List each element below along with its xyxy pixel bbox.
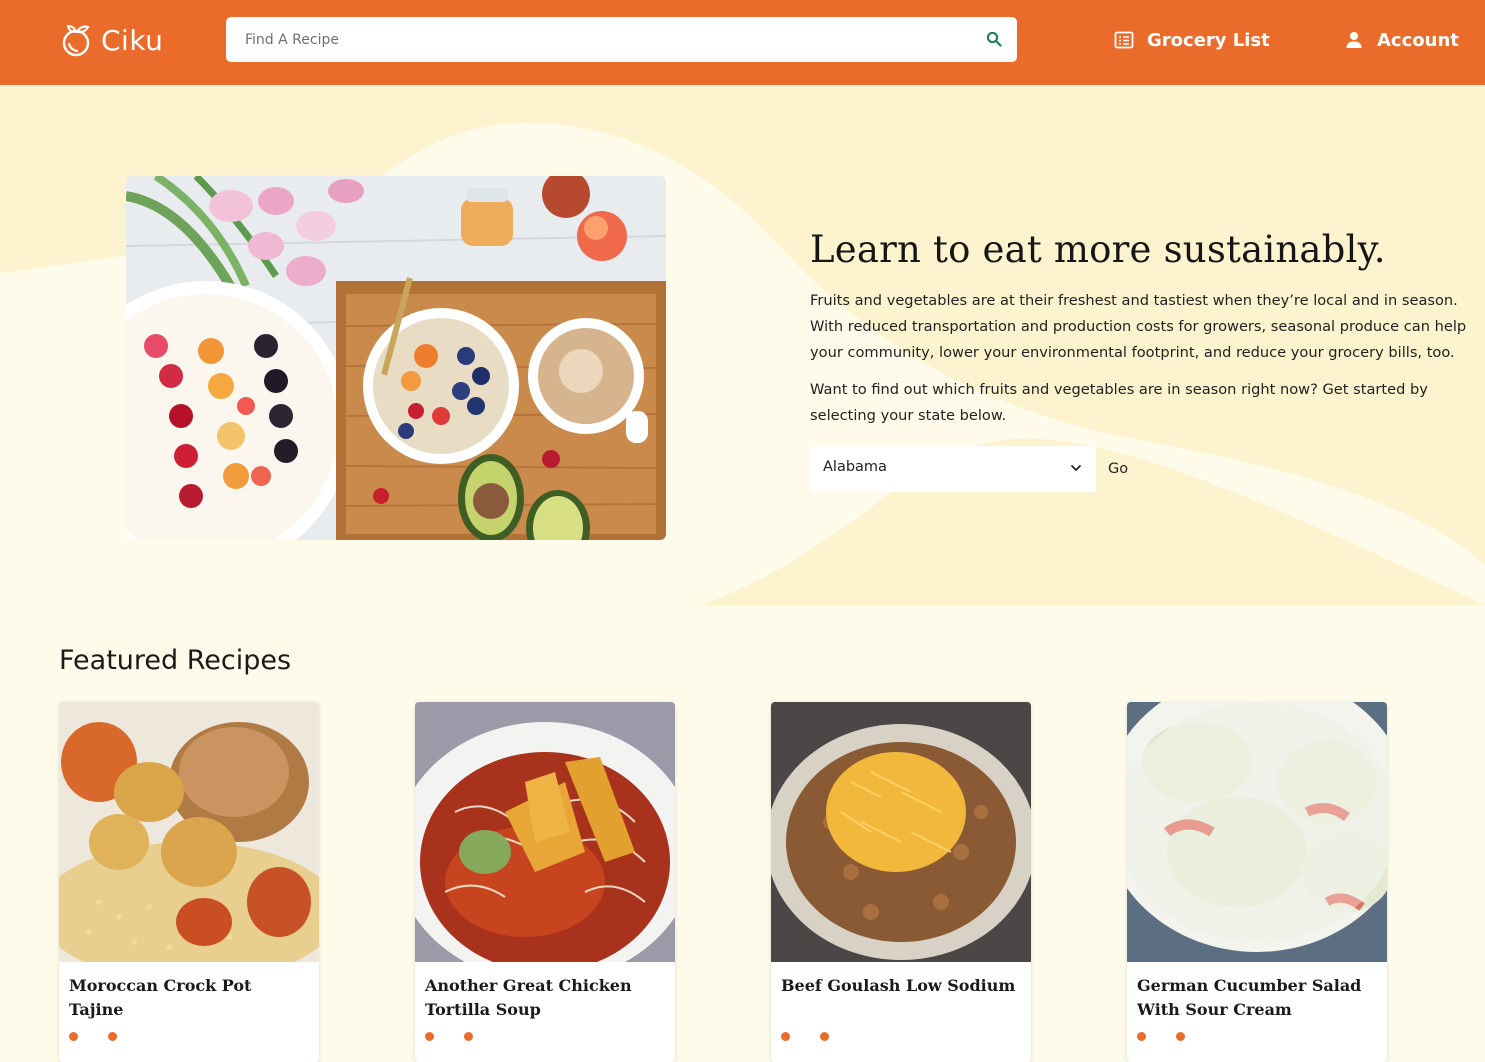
recipe-rating xyxy=(1137,1032,1185,1041)
recipe-image xyxy=(1127,702,1387,962)
grocery-list-label: Grocery List xyxy=(1147,29,1270,51)
recipe-title: Another Great Chicken Tortilla Soup xyxy=(425,976,632,1019)
chevron-down-icon xyxy=(1071,465,1081,471)
recipe-rating xyxy=(781,1032,829,1041)
recipe-title: Moroccan Crock Pot Tajine xyxy=(69,976,252,1019)
recipe-card[interactable]: Another Great Chicken Tortilla Soup xyxy=(415,702,675,1062)
brand-logo[interactable]: Ciku xyxy=(59,20,163,60)
recipe-rating xyxy=(425,1032,473,1041)
recipe-card[interactable]: German Cucumber Salad With Sour Cream xyxy=(1127,702,1387,1062)
state-picker-row: Alabama Go xyxy=(810,446,1128,492)
hero-paragraph-cta: Want to find out which fruits and vegeta… xyxy=(810,381,1428,424)
recipe-image xyxy=(415,702,675,962)
recipe-card[interactable]: Moroccan Crock Pot Tajine xyxy=(59,702,319,1062)
hero-paragraph-intro: Fruits and vegetables are at their fresh… xyxy=(810,292,1467,361)
recipe-title: Beef Goulash Low Sodium xyxy=(781,976,1016,995)
go-button[interactable]: Go xyxy=(1108,461,1128,477)
search-button[interactable] xyxy=(983,28,1005,50)
grocery-list-link[interactable]: Grocery List xyxy=(1114,24,1270,56)
recipe-title: German Cucumber Salad With Sour Cream xyxy=(1137,976,1362,1019)
recipe-image xyxy=(771,702,1031,962)
hero-food-image xyxy=(126,176,666,540)
account-link[interactable]: Account xyxy=(1344,24,1459,56)
search-icon xyxy=(986,31,1002,47)
featured-recipes-heading: Featured Recipes xyxy=(59,645,292,676)
brand-name: Ciku xyxy=(101,23,164,57)
orange-fruit-icon xyxy=(62,24,90,57)
recipe-card[interactable]: Beef Goulash Low Sodium xyxy=(771,702,1031,1062)
user-icon xyxy=(1346,32,1362,48)
recipe-rating xyxy=(69,1032,117,1041)
recipe-search-input[interactable] xyxy=(226,17,966,62)
state-select[interactable]: Alabama xyxy=(810,446,1096,492)
hero-title: Learn to eat more sustainably. xyxy=(810,228,1386,271)
recipe-image xyxy=(59,702,319,962)
recipe-search-box xyxy=(226,17,1017,62)
account-label: Account xyxy=(1377,29,1459,51)
top-nav-bar: Ciku Grocery List Account xyxy=(0,0,1485,85)
hero-text-block: Learn to eat more sustainably. Fruits an… xyxy=(810,224,1478,429)
state-select-value: Alabama xyxy=(823,459,887,475)
list-icon xyxy=(1114,31,1134,49)
